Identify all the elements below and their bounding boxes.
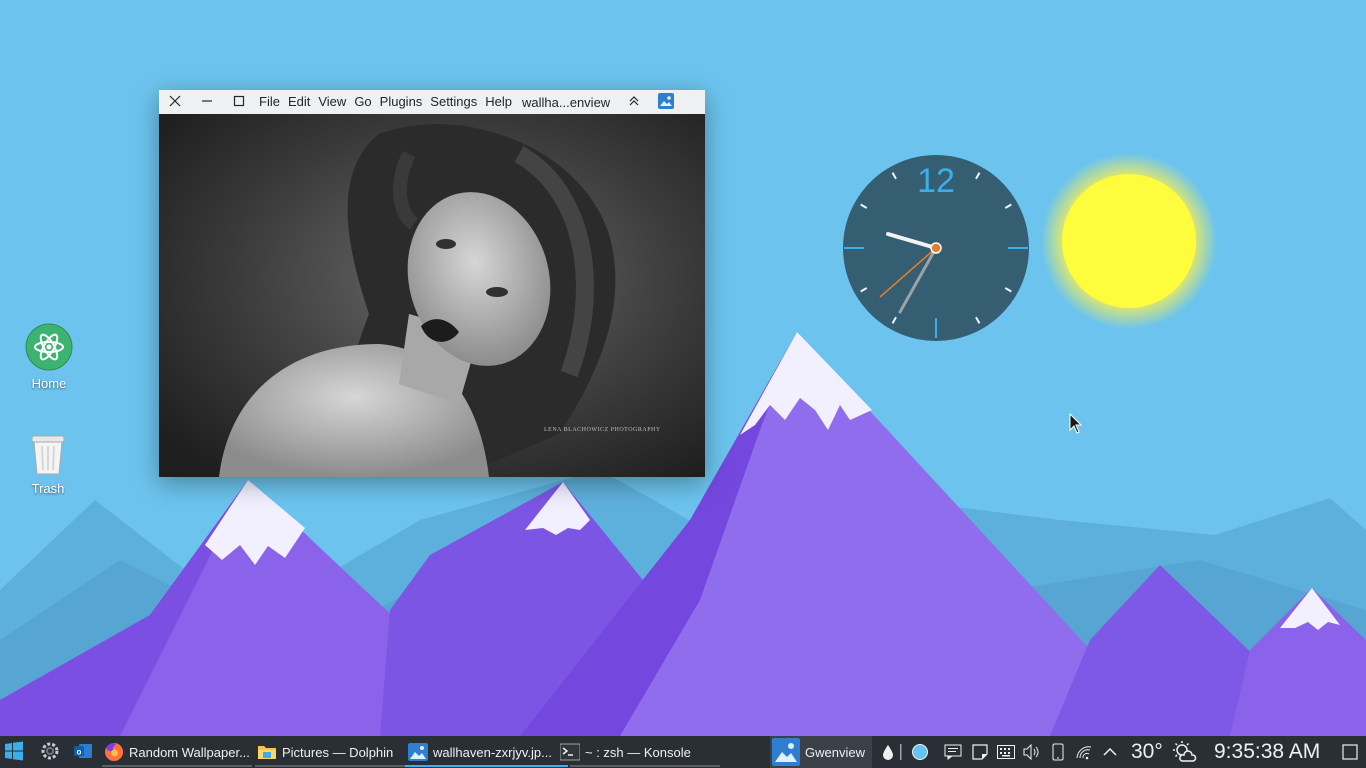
- menu-edit[interactable]: Edit: [284, 90, 314, 114]
- photo-watermark: LENA BLACHOWICZ PHOTOGRAPHY: [544, 427, 661, 433]
- gwenview-app-icon: [658, 92, 675, 112]
- task-indicator-active: [405, 765, 568, 767]
- outlook-mail-icon: o: [73, 741, 93, 764]
- maximize-button[interactable]: [223, 90, 255, 114]
- task-konsole[interactable]: ~ : zsh — Konsole: [560, 736, 720, 768]
- notes-icon[interactable]: [943, 742, 963, 762]
- taskbar: o Random Wallpaper... Pictures — Dolphin…: [0, 736, 1366, 768]
- task-label: Gwenview: [805, 744, 865, 760]
- menu-go[interactable]: Go: [350, 90, 375, 114]
- task-gwenview-image[interactable]: wallhaven-zxrjyv.jp...: [408, 736, 566, 768]
- close-icon: [169, 95, 181, 110]
- image-icon: [408, 742, 428, 762]
- volume-icon[interactable]: [1021, 742, 1041, 762]
- gwenview-launcher[interactable]: Gwenview: [770, 736, 872, 768]
- task-indicator: [102, 765, 252, 767]
- minimize-icon: [201, 95, 213, 110]
- terminal-icon: [560, 742, 580, 762]
- keyboard-icon[interactable]: [996, 742, 1016, 762]
- maximize-icon: [233, 95, 245, 110]
- svg-text:o: o: [77, 747, 82, 756]
- close-button[interactable]: [159, 90, 191, 114]
- sticky-note-icon[interactable]: [970, 742, 990, 762]
- weather-sun-cloud-icon[interactable]: [1171, 740, 1197, 764]
- gear-icon: [40, 741, 60, 764]
- menu-view[interactable]: View: [314, 90, 350, 114]
- window-title: wallha...enview: [522, 94, 611, 110]
- desktop: Home Trash 12 File Edit View Go Plugins …: [0, 0, 1366, 736]
- phone-icon[interactable]: [1048, 742, 1068, 762]
- weather-sun-widget[interactable]: [1040, 150, 1218, 337]
- desktop-icon-home[interactable]: Home: [9, 323, 89, 391]
- task-label: Random Wallpaper...: [129, 744, 250, 760]
- clock-twelve-label: 12: [917, 162, 955, 200]
- task-indicator: [255, 765, 405, 767]
- color-picker-icon[interactable]: [878, 742, 898, 762]
- show-desktop-icon[interactable]: [1340, 742, 1360, 762]
- keep-above-button[interactable]: [618, 90, 650, 114]
- digital-clock[interactable]: 9:35:38 AM: [1214, 736, 1320, 768]
- start-menu-button[interactable]: [4, 736, 26, 768]
- outlook-launcher[interactable]: o: [73, 736, 93, 768]
- desktop-icon-trash[interactable]: Trash: [8, 430, 88, 496]
- task-label: wallhaven-zxrjyv.jp...: [433, 744, 552, 760]
- menu-help[interactable]: Help: [481, 90, 516, 114]
- clock-label: 9:35:38 AM: [1214, 740, 1321, 763]
- status-dot-icon[interactable]: [910, 742, 930, 762]
- wifi-icon[interactable]: [1074, 742, 1094, 762]
- mouse-cursor-icon: [1069, 412, 1083, 440]
- task-label: Pictures — Dolphin: [282, 744, 394, 760]
- window-titlebar[interactable]: File Edit View Go Plugins Settings Help …: [159, 90, 705, 114]
- menu-settings[interactable]: Settings: [426, 90, 481, 114]
- temperature-label: 30°: [1131, 740, 1163, 763]
- system-settings-launcher[interactable]: [40, 736, 60, 768]
- task-label: ~ : zsh — Konsole: [585, 744, 691, 760]
- desktop-icon-label: Home: [31, 376, 67, 391]
- task-indicator: [570, 765, 720, 767]
- desktop-icon-label: Trash: [31, 481, 65, 496]
- weather-temperature[interactable]: 30°: [1131, 736, 1163, 768]
- trash-icon: [8, 430, 88, 479]
- menu-file[interactable]: File: [255, 90, 284, 114]
- firefox-icon: [104, 742, 124, 762]
- folder-icon: [257, 742, 277, 762]
- windows-start-icon: [4, 741, 24, 764]
- photo-viewer-image[interactable]: LENA BLACHOWICZ PHOTOGRAPHY: [159, 114, 705, 477]
- minimize-button[interactable]: [191, 90, 223, 114]
- analog-clock-widget[interactable]: 12: [842, 154, 1030, 347]
- atom-home-icon: [9, 323, 89, 374]
- menu-plugins[interactable]: Plugins: [376, 90, 427, 114]
- chevron-up-icon[interactable]: [1100, 742, 1120, 762]
- separator-icon: [896, 742, 906, 762]
- task-dolphin[interactable]: Pictures — Dolphin: [257, 736, 405, 768]
- app-menu-button[interactable]: [650, 90, 682, 114]
- task-random-wallpaper[interactable]: Random Wallpaper...: [104, 736, 254, 768]
- gwenview-app-icon: [772, 738, 800, 766]
- gwenview-window[interactable]: File Edit View Go Plugins Settings Help …: [159, 90, 705, 477]
- chevron-double-up-icon: [628, 95, 640, 110]
